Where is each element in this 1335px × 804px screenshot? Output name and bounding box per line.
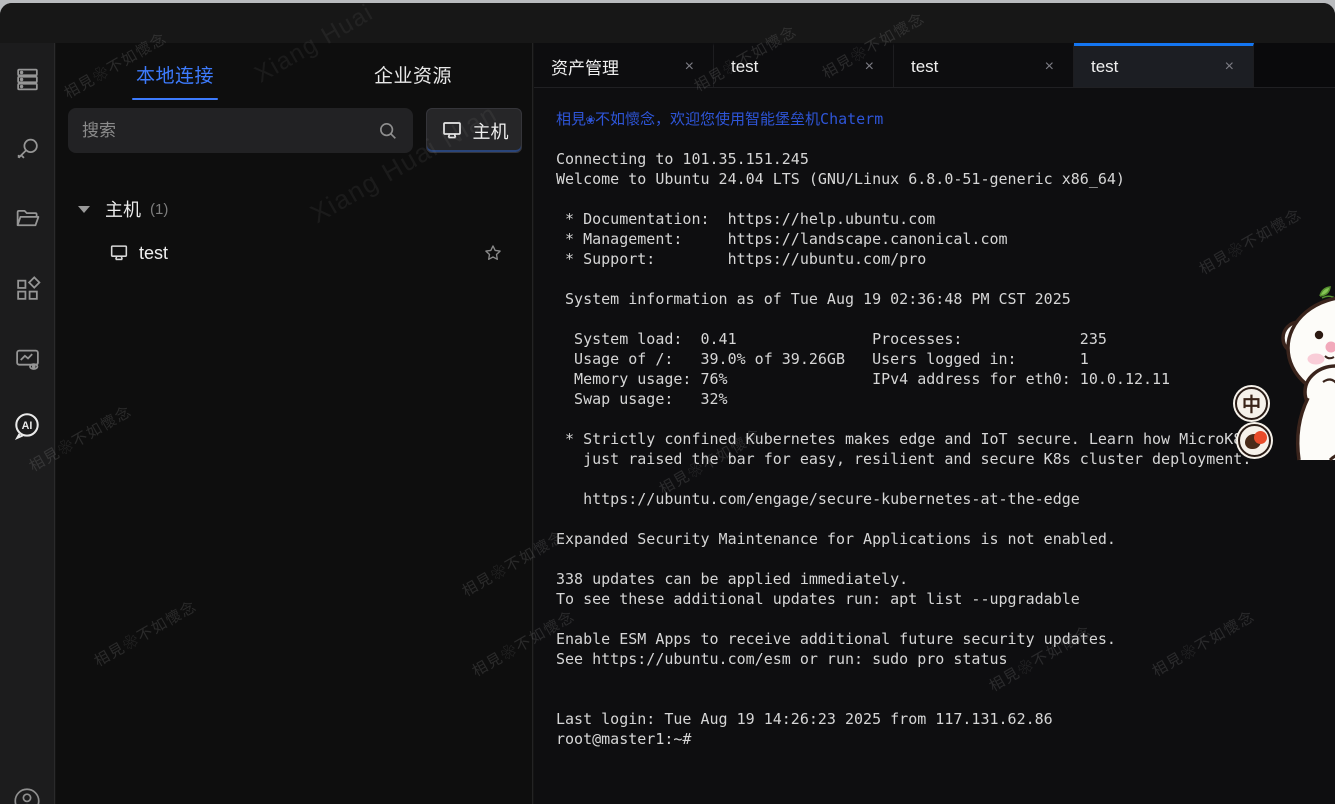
monitor-chart-icon[interactable] bbox=[11, 343, 43, 375]
tree-group-hosts[interactable]: 主机 (1) bbox=[56, 191, 532, 227]
host-button-label: 主机 bbox=[473, 118, 509, 144]
terminal-area: 资产管理 × test × test × test × 相見❀不如懷念，欢迎您使… bbox=[534, 43, 1335, 804]
folder-icon[interactable] bbox=[11, 203, 43, 235]
terminal-tabbar: 资产管理 × test × test × test × bbox=[534, 43, 1335, 88]
terminal-tab-label: test bbox=[731, 57, 758, 77]
close-icon[interactable]: × bbox=[861, 56, 878, 78]
terminal-line bbox=[556, 549, 1335, 569]
terminal-line bbox=[556, 509, 1335, 529]
terminal-tab[interactable]: 资产管理 × bbox=[534, 43, 714, 87]
terminal-line: root@master1:~# bbox=[556, 729, 1335, 749]
tree-group-count: (1) bbox=[150, 201, 168, 218]
terminal-line: just raised the bar for easy, resilient … bbox=[556, 449, 1335, 469]
terminal-output[interactable]: 相見❀不如懷念，欢迎您使用智能堡垒机Chaterm Connecting to 1… bbox=[534, 88, 1335, 804]
host-label: test bbox=[139, 243, 168, 264]
app-window: AI 本地连接 企业资源 bbox=[0, 0, 1335, 804]
activity-bar: AI bbox=[0, 43, 55, 804]
terminal-line: 338 updates can be applied immediately. bbox=[556, 569, 1335, 589]
terminal-line bbox=[556, 409, 1335, 429]
terminal-line: Expanded Security Maintenance for Applic… bbox=[556, 529, 1335, 549]
terminal-line: See https://ubuntu.com/esm or run: sudo … bbox=[556, 649, 1335, 669]
key-icon[interactable] bbox=[11, 133, 43, 165]
apps-icon[interactable] bbox=[11, 273, 43, 305]
host-filter-button[interactable]: 主机 bbox=[426, 108, 522, 153]
host-tree: 主机 (1) test bbox=[56, 191, 532, 271]
panel-tabs: 本地连接 企业资源 bbox=[56, 43, 532, 100]
tree-group-label: 主机 bbox=[105, 196, 141, 222]
terminal-tab[interactable]: test × bbox=[1074, 43, 1254, 87]
terminal-tab[interactable]: test × bbox=[714, 43, 894, 87]
terminal-line: To see these additional updates run: apt… bbox=[556, 589, 1335, 609]
user-icon[interactable] bbox=[11, 785, 43, 804]
terminal-line: Swap usage: 32% bbox=[556, 389, 1335, 409]
terminal-line: Welcome to Ubuntu 24.04 LTS (GNU/Linux 6… bbox=[556, 169, 1335, 189]
connections-panel: 本地连接 企业资源 主机 bbox=[56, 43, 533, 804]
chevron-down-icon bbox=[78, 206, 90, 213]
terminal-tab[interactable]: test × bbox=[894, 43, 1074, 87]
terminal-tab-label: 资产管理 bbox=[551, 54, 619, 79]
close-icon[interactable]: × bbox=[1041, 56, 1058, 78]
terminal-line bbox=[556, 469, 1335, 489]
terminal-line: https://ubuntu.com/engage/secure-kuberne… bbox=[556, 489, 1335, 509]
search-icon bbox=[377, 120, 399, 142]
search-input[interactable] bbox=[82, 121, 377, 141]
terminal-line: Connecting to 101.35.151.245 bbox=[556, 149, 1335, 169]
terminal-line: * Management: https://landscape.canonica… bbox=[556, 229, 1335, 249]
close-icon[interactable]: × bbox=[681, 56, 698, 78]
svg-text:AI: AI bbox=[22, 420, 33, 432]
terminal-line: Last login: Tue Aug 19 14:26:23 2025 fro… bbox=[556, 709, 1335, 729]
terminal-line: * Strictly confined Kubernetes makes edg… bbox=[556, 429, 1335, 449]
tree-item-host[interactable]: test bbox=[56, 235, 532, 271]
ai-assistant-icon[interactable]: AI bbox=[11, 410, 43, 442]
terminal-tab-label: test bbox=[911, 57, 938, 77]
terminal-line: Enable ESM Apps to receive additional fu… bbox=[556, 629, 1335, 649]
terminal-line: System load: 0.41 Processes: 235 bbox=[556, 329, 1335, 349]
terminal-line bbox=[556, 609, 1335, 629]
search-box bbox=[68, 108, 413, 153]
terminal-line bbox=[556, 269, 1335, 289]
terminal-line: * Documentation: https://help.ubuntu.com bbox=[556, 209, 1335, 229]
terminal-line: Memory usage: 76% IPv4 address for eth0:… bbox=[556, 369, 1335, 389]
terminal-line: * Support: https://ubuntu.com/pro bbox=[556, 249, 1335, 269]
terminal-line bbox=[556, 189, 1335, 209]
terminal-line: System information as of Tue Aug 19 02:3… bbox=[556, 289, 1335, 309]
close-icon[interactable]: × bbox=[1221, 56, 1238, 78]
tab-local-connections[interactable]: 本地连接 bbox=[56, 53, 294, 100]
server-list-icon[interactable] bbox=[11, 63, 43, 95]
tree-items: test bbox=[56, 235, 532, 271]
tab-enterprise-resources[interactable]: 企业资源 bbox=[294, 53, 532, 100]
terminal-line bbox=[556, 669, 1335, 689]
title-bar[interactable] bbox=[0, 3, 1335, 43]
star-icon[interactable] bbox=[483, 243, 503, 268]
terminal-line: Usage of /: 39.0% of 39.26GB Users logge… bbox=[556, 349, 1335, 369]
chaterm-window: AI 本地连接 企业资源 bbox=[0, 3, 1335, 804]
terminal-line bbox=[556, 689, 1335, 709]
terminal-tab-label: test bbox=[1091, 57, 1118, 77]
laptop-icon bbox=[440, 119, 464, 143]
terminal-line bbox=[556, 309, 1335, 329]
laptop-icon bbox=[108, 242, 130, 264]
terminal-line: 相見❀不如懷念，欢迎您使用智能堡垒机Chaterm bbox=[556, 109, 1335, 129]
terminal-line bbox=[556, 129, 1335, 149]
